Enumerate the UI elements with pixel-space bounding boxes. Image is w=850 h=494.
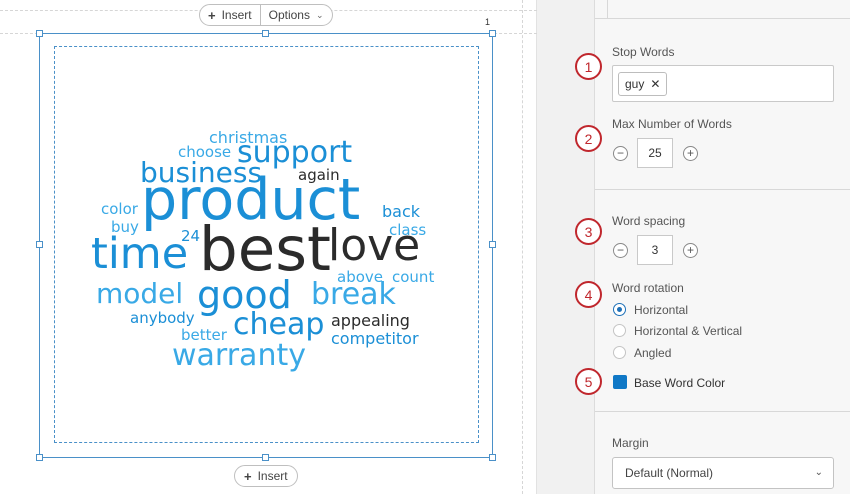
margin-select-value: Default (Normal) (625, 466, 714, 480)
decrement-button[interactable]: − (613, 243, 628, 258)
settings-panel: Stop Words guy ✕ Max Number of Words − 2… (594, 0, 850, 494)
word-count: count (392, 268, 435, 286)
word-anybody: anybody (130, 309, 195, 327)
resize-handle[interactable] (489, 454, 496, 461)
resize-handle[interactable] (262, 30, 269, 37)
margin-label: Margin (612, 436, 649, 450)
resize-handle[interactable] (489, 241, 496, 248)
insert-below-button[interactable]: + Insert (234, 465, 298, 487)
margin-select[interactable]: Default (Normal) ⌄ (612, 457, 834, 489)
word-competitor: competitor (331, 329, 419, 348)
insert-button[interactable]: + Insert (200, 5, 260, 25)
chevron-down-icon: ⌄ (315, 9, 324, 20)
radio-angled[interactable] (613, 346, 626, 359)
section-divider (595, 189, 850, 190)
callout-badge: 4 (575, 281, 602, 308)
increment-button[interactable]: + (683, 146, 698, 161)
word-appealing: appealing (331, 311, 410, 330)
color-swatch[interactable] (613, 375, 627, 389)
word-back: back (382, 202, 421, 221)
panel-header (595, 0, 850, 19)
guide-line (522, 0, 523, 494)
resize-handle[interactable] (36, 30, 43, 37)
word-love: love (328, 220, 421, 271)
plus-icon: + (244, 468, 252, 484)
word-spacing-input[interactable]: 3 (637, 235, 673, 265)
resize-handle[interactable] (36, 241, 43, 248)
word-color: color (101, 200, 138, 218)
close-icon[interactable]: ✕ (650, 77, 660, 91)
callout-badge: 3 (575, 218, 602, 245)
resize-handle[interactable] (262, 454, 269, 461)
options-label: Options (268, 8, 310, 22)
chevron-down-icon: ⌄ (814, 467, 823, 478)
word-warranty: warranty (172, 338, 306, 373)
radio-label: Horizontal (634, 303, 689, 317)
callout-badge: 2 (575, 125, 602, 152)
plus-icon: + (208, 7, 216, 23)
base-color-label: Base Word Color (634, 376, 726, 390)
resize-handle[interactable] (36, 454, 43, 461)
radio-horizontal[interactable] (613, 303, 626, 316)
max-words-label: Max Number of Words (612, 117, 732, 131)
insert-below-label: Insert (257, 469, 288, 483)
max-words-input[interactable]: 25 (637, 138, 673, 168)
radio-horizontal-vertical[interactable] (613, 324, 626, 337)
word-spacing-label: Word spacing (612, 214, 686, 228)
word-time: time (91, 229, 189, 279)
decrement-button[interactable]: − (613, 146, 628, 161)
word-model: model (96, 277, 184, 310)
word-best: best (199, 214, 331, 285)
stop-word-tag: guy ✕ (618, 72, 668, 96)
page-number: 1 (485, 17, 491, 27)
resize-handle[interactable] (489, 30, 496, 37)
word-rotation-label: Word rotation (612, 281, 684, 295)
word-cheap: cheap (233, 307, 325, 342)
stop-words-label: Stop Words (612, 45, 675, 59)
section-divider (595, 411, 850, 412)
options-button[interactable]: Options ⌄ (259, 5, 332, 25)
stop-words-input[interactable]: guy ✕ (612, 65, 834, 102)
radio-label: Angled (634, 346, 672, 360)
word-break: break (311, 277, 396, 312)
stop-word-tag-label: guy (625, 77, 645, 91)
radio-label: Horizontal & Vertical (634, 324, 743, 338)
callout-badge: 5 (575, 368, 602, 395)
increment-button[interactable]: + (683, 243, 698, 258)
callout-badge: 1 (575, 53, 602, 80)
insert-label: Insert (221, 8, 252, 22)
widget-toolbar: + Insert Options ⌄ (199, 4, 333, 26)
